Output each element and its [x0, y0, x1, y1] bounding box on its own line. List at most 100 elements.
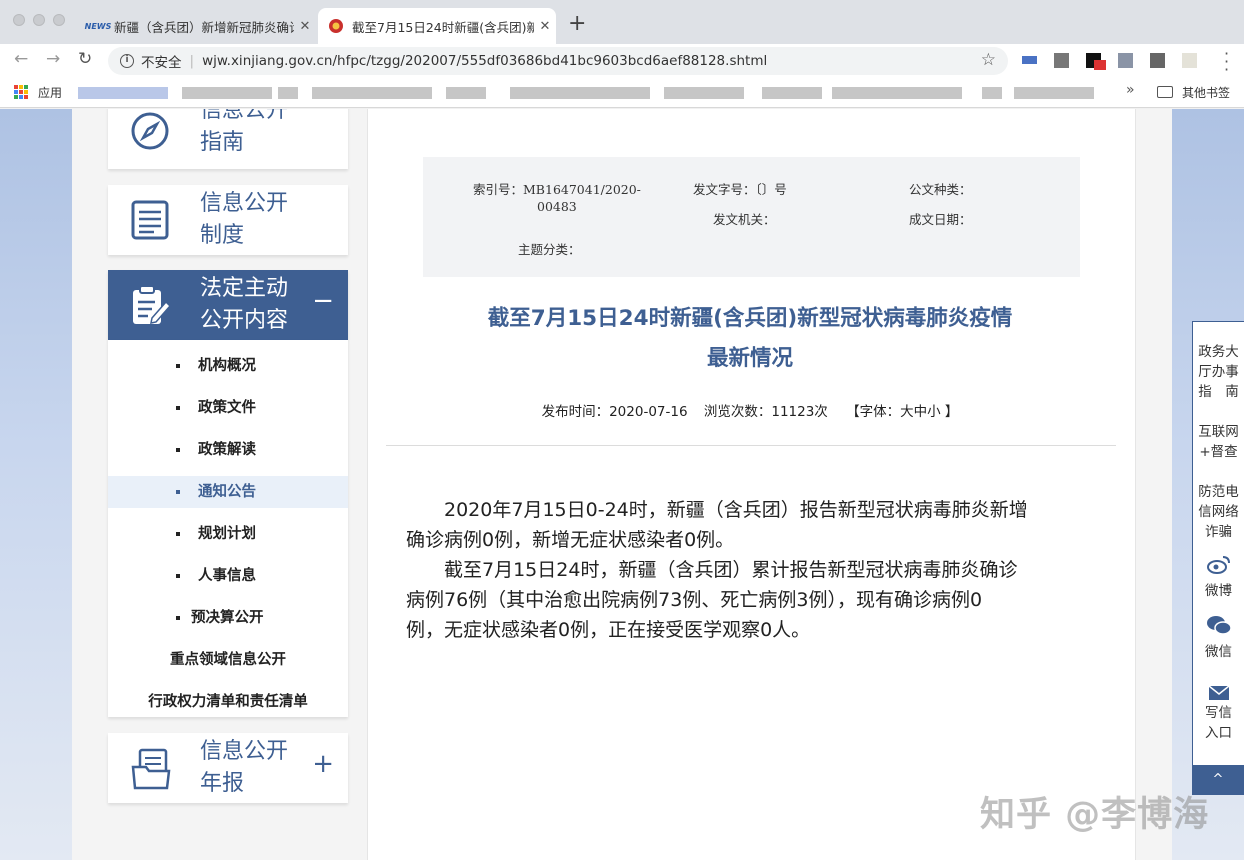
index-number-cont: 00483	[537, 199, 577, 214]
other-bookmarks[interactable]: 其他书签	[1182, 84, 1230, 101]
omnibox-separator: |	[189, 53, 195, 69]
title-divider	[386, 445, 1116, 446]
extension-badge-icon	[1094, 60, 1106, 70]
apps-bookmark[interactable]: 应用	[38, 84, 62, 101]
info-icon[interactable]: i	[120, 54, 134, 68]
security-label: 不安全	[141, 55, 182, 71]
emblem-favicon-icon	[328, 18, 344, 34]
extension-icon[interactable]	[1150, 53, 1165, 68]
url-text[interactable]: wjw.xinjiang.gov.cn/hfpc/tzgg/202007/555…	[202, 53, 767, 69]
blurred-bookmark[interactable]	[278, 87, 298, 99]
reload-icon[interactable]: ↻	[78, 49, 92, 69]
submenu-label: 预决算公开	[191, 610, 264, 626]
sidebar-card-mandatory[interactable]: 法定主动 公开内容 −	[108, 270, 348, 340]
browser-menu-icon[interactable]: · · ·	[1224, 46, 1229, 78]
publish-label: 发布时间：	[541, 404, 610, 420]
publish-info: 发布时间：2020-07-16 浏览次数：11123次 【字体：大中小 】	[390, 400, 1110, 420]
extension-icon[interactable]	[1182, 53, 1197, 68]
document-type: 公文种类：	[909, 182, 972, 197]
back-arrow-icon[interactable]: ←	[14, 49, 28, 69]
sidebar-card-label: 法定主动	[200, 276, 289, 301]
float-link-service-guide[interactable]: 政务大 厅办事 指 南	[1193, 342, 1244, 402]
submenu-label: 政策文件	[198, 400, 256, 416]
submenu-item[interactable]: 预决算公开	[108, 602, 348, 634]
apps-grid-icon[interactable]	[14, 85, 28, 99]
browser-tab-article[interactable]: 截至7月15日24时新疆(含兵团)新 ✕	[318, 8, 556, 44]
sidebar-card-label: 指南	[200, 130, 245, 155]
wechat-icon[interactable]	[1193, 615, 1244, 639]
blurred-bookmark[interactable]	[510, 87, 650, 99]
blurred-bookmark[interactable]	[446, 87, 486, 99]
extension-icon[interactable]	[1118, 53, 1133, 68]
zhihu-watermark: 知乎 @李博海	[980, 795, 1210, 835]
extension-icon[interactable]	[1022, 56, 1037, 64]
forward-arrow-icon[interactable]: →	[46, 49, 60, 69]
float-link-anti-fraud[interactable]: 防范电 信网络 诈骗	[1193, 482, 1244, 542]
submenu-item[interactable]: 人事信息	[108, 560, 348, 592]
bullet	[176, 616, 180, 620]
tab-close-icon[interactable]: ✕	[534, 19, 556, 34]
window-close-button[interactable]	[13, 14, 25, 26]
submenu-item[interactable]: 重点领域信息公开	[108, 644, 348, 676]
blurred-bookmark[interactable]	[1014, 87, 1094, 99]
sidebar-card-annual-report[interactable]: 信息公开 年报 +	[108, 733, 348, 803]
window-zoom-button[interactable]	[53, 14, 65, 26]
bookmark-star-icon[interactable]: ☆	[981, 50, 996, 70]
news-favicon-icon: NEWS	[84, 21, 112, 31]
sidebar-card-label: 信息公开	[200, 109, 289, 123]
float-text: 信网络	[1198, 504, 1239, 520]
views-count: 11123次	[771, 404, 828, 420]
weibo-icon[interactable]	[1193, 554, 1244, 578]
article-title-line2: 最新情况	[706, 346, 793, 371]
blurred-bookmark[interactable]	[182, 87, 272, 99]
submenu-item[interactable]: 规划计划	[108, 518, 348, 550]
float-text: 厅办事	[1198, 364, 1239, 380]
tab-close-icon[interactable]: ✕	[294, 19, 316, 34]
blurred-bookmark[interactable]	[664, 87, 744, 99]
mail-icon[interactable]	[1193, 685, 1244, 705]
body-paragraph-line: 确诊病例0例，新增无症状感染者0例。	[406, 529, 735, 551]
address-bar[interactable]: i 不安全 | wjw.xinjiang.gov.cn/hfpc/tzgg/20…	[108, 47, 1008, 75]
font-size-switcher[interactable]: 【字体：大中小 】	[846, 404, 958, 420]
blurred-bookmark[interactable]	[762, 87, 822, 99]
sidebar-card-label: 制度	[200, 223, 245, 248]
blurred-bookmark[interactable]	[982, 87, 1002, 99]
submenu-label: 通知公告	[198, 484, 256, 500]
window-minimize-button[interactable]	[33, 14, 45, 26]
blurred-bookmark[interactable]	[78, 87, 168, 99]
float-text: 指 南	[1198, 384, 1239, 400]
sidebar-submenu: 机构概况 政策文件 政策解读 通知公告 规划计划 人事信息 预决算公开 重点领域…	[108, 340, 348, 717]
body-paragraph-line: 截至7月15日24时，新疆（含兵团）累计报告新型冠状病毒肺炎确诊	[406, 559, 1018, 581]
submenu-item[interactable]: 政策解读	[108, 434, 348, 466]
blurred-bookmark[interactable]	[312, 87, 432, 99]
submenu-item[interactable]: 行政权力清单和责任清单	[108, 686, 348, 718]
bookmarks-overflow-icon[interactable]: »	[1126, 82, 1135, 98]
submenu-item[interactable]: 机构概况	[108, 350, 348, 382]
bullet	[176, 406, 180, 410]
float-link-wechat[interactable]: 微信	[1193, 642, 1244, 662]
float-link-mail[interactable]: 写信 入口	[1193, 703, 1244, 743]
browser-tab-bar: NEWS 新疆（含兵团）新增新冠肺炎确诊 ✕ 截至7月15日24时新疆(含兵团)…	[0, 0, 1244, 44]
submenu-label: 人事信息	[198, 568, 256, 584]
sidebar-card-guide[interactable]: 信息公开 指南	[108, 109, 348, 169]
submenu-item[interactable]: 政策文件	[108, 392, 348, 424]
extension-icon[interactable]	[1054, 53, 1069, 68]
sidebar-card-system[interactable]: 信息公开 制度	[108, 185, 348, 255]
folder-icon	[1157, 86, 1173, 98]
list-doc-icon	[130, 199, 170, 245]
expand-plus-icon[interactable]: +	[312, 749, 334, 779]
blurred-bookmark[interactable]	[832, 87, 962, 99]
float-link-supervision[interactable]: 互联网 +督查	[1193, 422, 1244, 462]
submenu-item-current[interactable]: 通知公告	[108, 476, 348, 508]
right-float-bar: 政务大 厅办事 指 南 互联网 +督查 防范电 信网络 诈骗 微博 微信 写信 …	[1192, 321, 1244, 791]
submenu-label: 规划计划	[198, 526, 256, 542]
browser-tab-news[interactable]: NEWS 新疆（含兵团）新增新冠肺炎确诊 ✕	[80, 8, 316, 44]
collapse-minus-icon[interactable]: −	[312, 286, 334, 316]
submenu-label: 机构概况	[198, 358, 256, 374]
float-text: 政务大	[1198, 344, 1239, 360]
tab-title: 新疆（含兵团）新增新冠肺炎确诊	[114, 19, 294, 35]
float-link-weibo[interactable]: 微博	[1193, 581, 1244, 601]
float-text: 诈骗	[1205, 524, 1232, 540]
new-tab-button[interactable]: +	[568, 10, 586, 38]
submenu-label: 政策解读	[198, 442, 256, 458]
